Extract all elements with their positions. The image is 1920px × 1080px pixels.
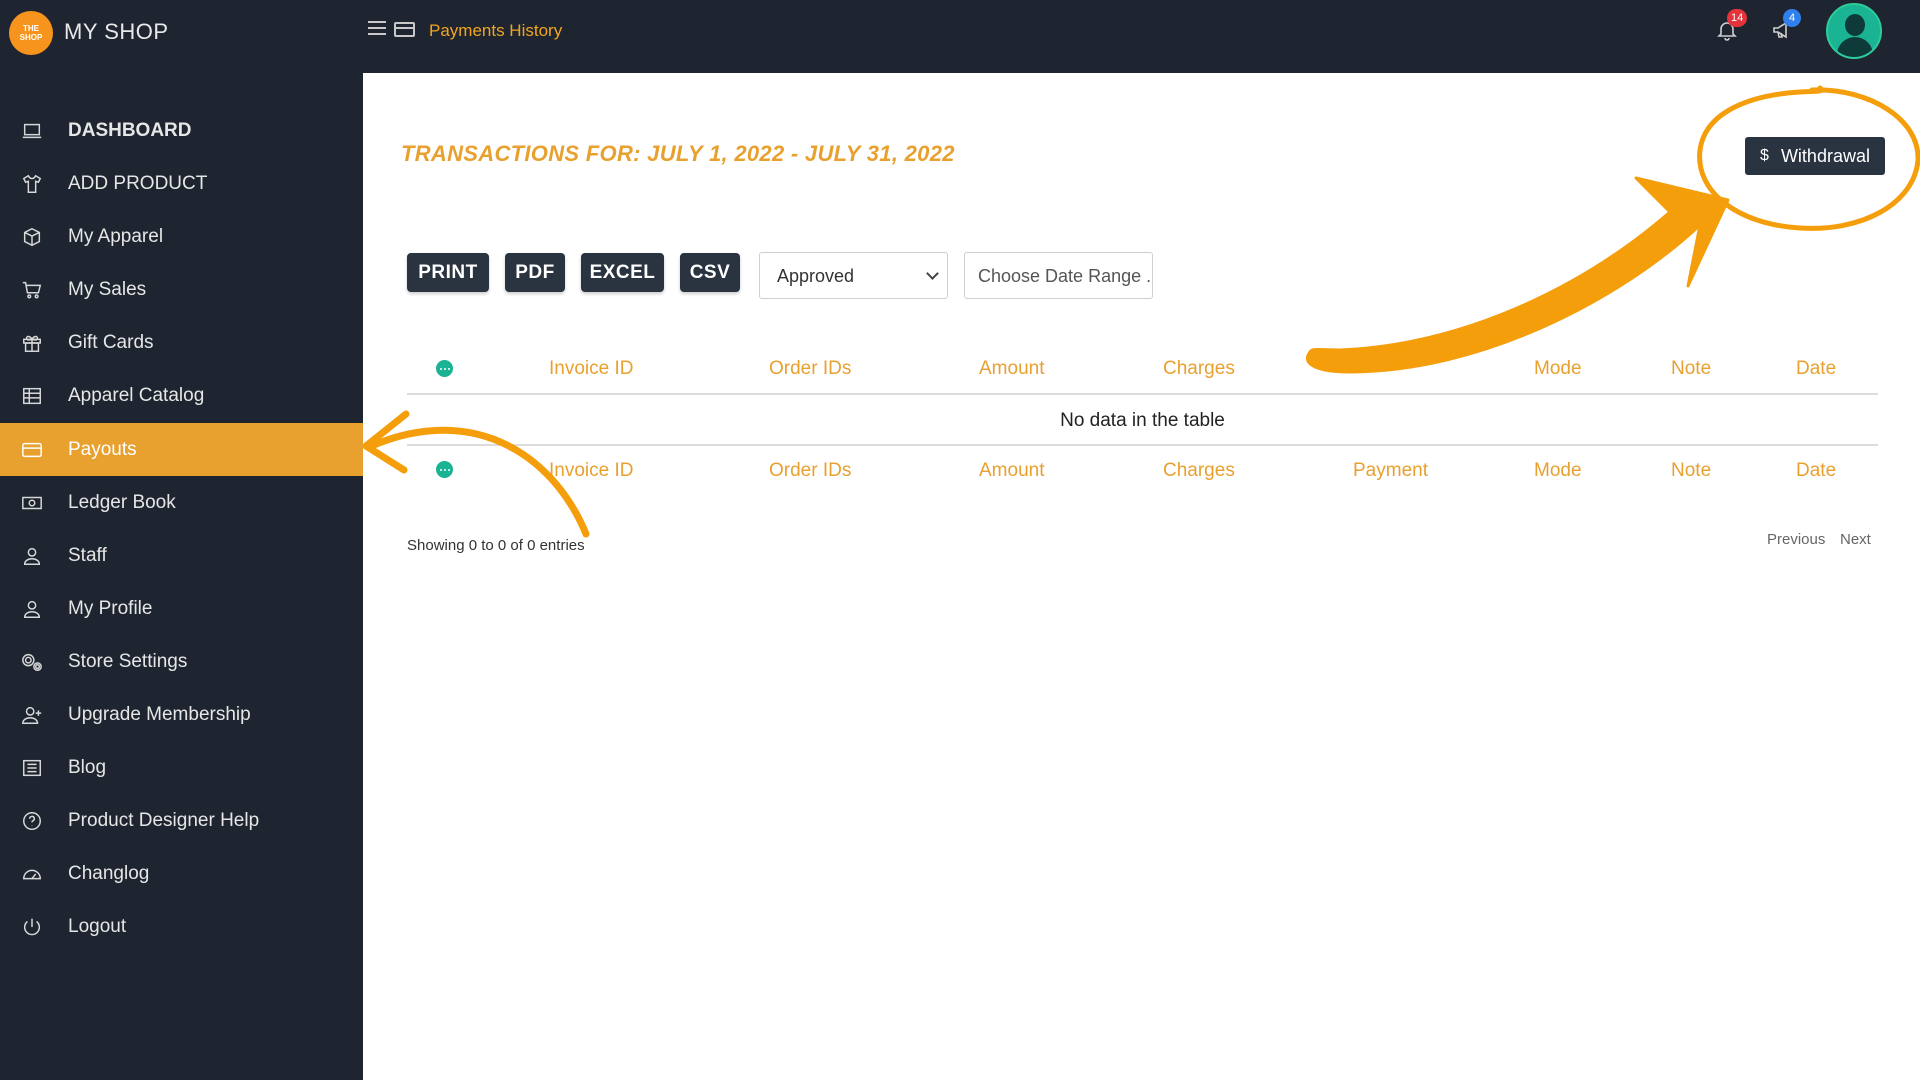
page-title: TRANSACTIONS FOR: JULY 1, 2022 - JULY 31… xyxy=(401,141,955,166)
pagination-previous[interactable]: Previous xyxy=(1767,531,1825,548)
sidebar-item-label: My Profile xyxy=(68,598,153,619)
footer-col-note[interactable]: Note xyxy=(1671,460,1711,482)
footer-col-payment[interactable]: Payment xyxy=(1353,460,1428,482)
annotation-arrow-left-head xyxy=(362,410,410,474)
sidebar-item-my-profile[interactable]: My Profile xyxy=(0,584,363,634)
shop-logo[interactable]: THE SHOP xyxy=(9,11,53,55)
footer-col-invoice-id[interactable]: Invoice ID xyxy=(549,460,633,482)
sidebar-item-logout[interactable]: Logout xyxy=(0,902,363,952)
brand-name[interactable]: MY SHOP xyxy=(64,19,169,45)
hamburger-menu-icon[interactable] xyxy=(368,21,386,37)
breadcrumb[interactable]: Payments History xyxy=(429,21,562,41)
empty-table-message: No data in the table xyxy=(1060,410,1225,431)
sidebar-item-add-product[interactable]: ADD PRODUCT xyxy=(0,159,363,209)
sidebar-item-label: Upgrade Membership xyxy=(68,704,251,725)
sidebar-item-label: DASHBOARD xyxy=(68,120,192,141)
sidebar-item-apparel-catalog[interactable]: Apparel Catalog xyxy=(0,371,363,421)
help-circle-icon xyxy=(20,809,44,833)
sidebar-item-product-designer-help[interactable]: Product Designer Help xyxy=(0,796,363,846)
sidebar: DASHBOARD ADD PRODUCT My Apparel My Sale… xyxy=(0,73,363,1080)
print-button[interactable]: PRINT xyxy=(407,253,489,292)
sidebar-item-dashboard[interactable]: DASHBOARD xyxy=(0,106,363,156)
power-icon xyxy=(20,915,44,939)
gauge-icon xyxy=(20,862,44,886)
sidebar-item-upgrade-membership[interactable]: Upgrade Membership xyxy=(0,690,363,740)
footer-col-charges[interactable]: Charges xyxy=(1163,460,1235,482)
sidebar-item-label: Payouts xyxy=(68,438,137,460)
tshirt-icon xyxy=(20,172,44,196)
sidebar-item-label: ADD PRODUCT xyxy=(68,173,208,194)
sidebar-item-payouts[interactable]: Payouts xyxy=(0,423,363,476)
sidebar-item-label: Blog xyxy=(68,757,107,778)
sidebar-item-my-sales[interactable]: My Sales xyxy=(0,265,363,315)
footer-col-date[interactable]: Date xyxy=(1796,460,1836,482)
annotation-arrow-right xyxy=(1306,176,1730,374)
announcements-badge: 4 xyxy=(1783,9,1801,27)
footer-col-order-ids[interactable]: Order IDs xyxy=(769,460,851,482)
csv-button[interactable]: CSV xyxy=(680,253,740,292)
footer-col-amount[interactable]: Amount xyxy=(979,460,1044,482)
top-bar: THE SHOP MY SHOP Payments History 14 4 xyxy=(0,0,1920,73)
sidebar-item-blog[interactable]: Blog xyxy=(0,743,363,793)
user-plus-icon xyxy=(20,703,44,727)
col-date[interactable]: Date xyxy=(1796,358,1836,380)
col-note[interactable]: Note xyxy=(1671,358,1711,380)
expand-rows-icon[interactable] xyxy=(436,461,453,478)
sidebar-item-label: Gift Cards xyxy=(68,332,154,353)
excel-button[interactable]: EXCEL xyxy=(581,253,664,292)
date-range-input[interactable]: Choose Date Range .. xyxy=(964,252,1153,299)
pdf-button[interactable]: PDF xyxy=(505,253,565,292)
sidebar-item-store-settings[interactable]: Store Settings xyxy=(0,637,363,687)
withdrawal-button[interactable]: $ Withdrawal xyxy=(1745,137,1885,175)
col-amount[interactable]: Amount xyxy=(979,358,1044,380)
box-icon xyxy=(20,225,44,249)
sidebar-item-staff[interactable]: Staff xyxy=(0,531,363,581)
col-order-ids[interactable]: Order IDs xyxy=(769,358,851,380)
notifications-bell-icon[interactable]: 14 xyxy=(1715,9,1748,42)
col-mode[interactable]: Mode xyxy=(1534,358,1582,380)
pagination-next[interactable]: Next xyxy=(1840,531,1871,548)
sidebar-item-label: Store Settings xyxy=(68,651,188,672)
footer-col-mode[interactable]: Mode xyxy=(1534,460,1582,482)
gears-icon xyxy=(20,650,44,674)
sidebar-item-label: Logout xyxy=(68,916,127,937)
table-info: Showing 0 to 0 of 0 entries xyxy=(407,537,585,554)
credit-card-icon xyxy=(20,438,44,462)
col-charges[interactable]: Charges xyxy=(1163,358,1235,380)
col-invoice-id[interactable]: Invoice ID xyxy=(549,358,633,380)
sidebar-item-my-apparel[interactable]: My Apparel xyxy=(0,212,363,262)
user-icon xyxy=(20,597,44,621)
laptop-icon xyxy=(20,119,44,143)
table-header-divider xyxy=(407,393,1878,395)
sidebar-item-label: Staff xyxy=(68,545,107,566)
user-icon xyxy=(20,544,44,568)
dollar-icon: $ xyxy=(1760,147,1769,164)
expand-rows-icon[interactable] xyxy=(436,360,453,377)
sidebar-item-label: Changlog xyxy=(68,863,150,884)
notifications-badge: 14 xyxy=(1727,9,1748,27)
status-select[interactable]: Approved xyxy=(759,252,948,299)
sidebar-item-gift-cards[interactable]: Gift Cards xyxy=(0,318,363,368)
table-icon xyxy=(20,384,44,408)
sidebar-item-changlog[interactable]: Changlog xyxy=(0,849,363,899)
sidebar-item-label: Product Designer Help xyxy=(68,810,260,831)
logo-text: THE SHOP xyxy=(19,24,43,42)
user-avatar[interactable] xyxy=(1826,3,1882,59)
sidebar-item-label: Apparel Catalog xyxy=(68,385,205,406)
sidebar-item-label: My Sales xyxy=(68,279,147,300)
chevron-down-icon xyxy=(926,267,939,280)
credit-card-icon xyxy=(394,22,415,37)
table-footer-divider xyxy=(407,444,1878,446)
sidebar-item-ledger-book[interactable]: Ledger Book xyxy=(0,478,363,528)
gift-icon xyxy=(20,331,44,355)
announcements-megaphone-icon[interactable]: 4 xyxy=(1771,9,1801,42)
sidebar-item-label: My Apparel xyxy=(68,226,164,247)
sidebar-item-label: Ledger Book xyxy=(68,492,176,513)
status-select-value: Approved xyxy=(777,266,855,286)
list-icon xyxy=(20,756,44,780)
cart-icon xyxy=(20,278,44,302)
money-icon xyxy=(20,491,44,515)
withdrawal-button-label: Withdrawal xyxy=(1780,145,1870,166)
